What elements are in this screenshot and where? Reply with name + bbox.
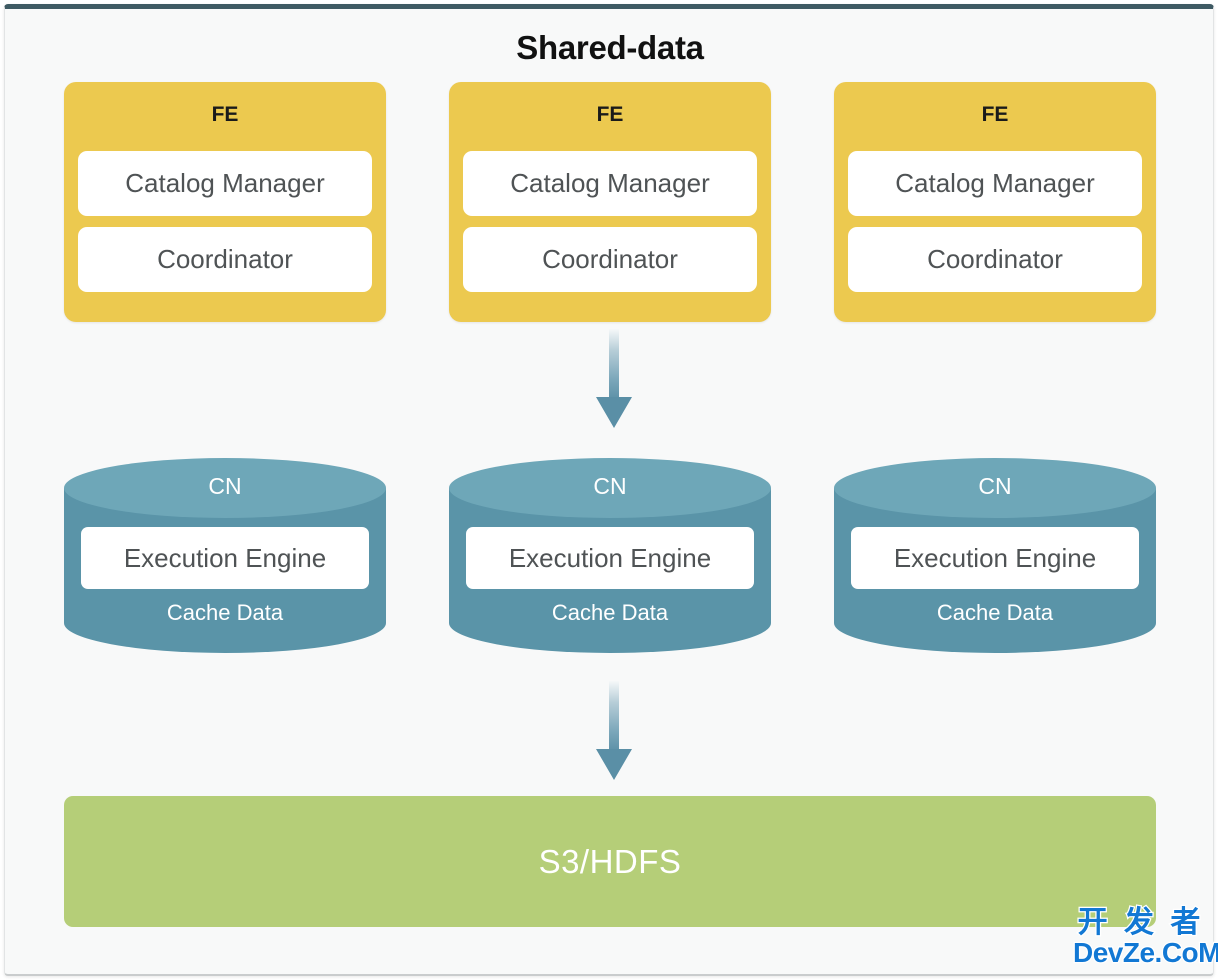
fe-node-label: FE [211,103,239,126]
fe-node-label: FE [981,103,1009,126]
arrow-fe-to-cn [591,329,637,429]
fe-node-1[interactable]: FE Catalog Manager Coordinator [64,82,386,322]
diagram-frame: Shared-data FE Catalog Manager Coordinat… [4,4,1218,976]
cn-node-label: CN [593,473,627,499]
arrow-cn-to-storage [591,681,637,781]
cn-execution-engine-box[interactable]: Execution Engine [851,527,1139,589]
fe-coordinator-box[interactable]: Coordinator [78,227,372,292]
cn-node-label: CN [978,473,1012,499]
fe-catalog-manager-box[interactable]: Catalog Manager [848,151,1142,216]
cn-node-label: CN [208,473,242,499]
fe-catalog-manager-box[interactable]: Catalog Manager [463,151,757,216]
cn-node-2[interactable]: CN Execution Engine Cache Data [449,458,771,653]
cn-cache-data-label: Cache Data [166,600,284,625]
cn-node-3[interactable]: CN Execution Engine Cache Data [834,458,1156,653]
cn-cache-data-label: Cache Data [551,600,669,625]
cn-node-1[interactable]: CN Execution Engine Cache Data [64,458,386,653]
fe-catalog-manager-box[interactable]: Catalog Manager [78,151,372,216]
fe-node-3[interactable]: FE Catalog Manager Coordinator [834,82,1156,322]
fe-coordinator-box[interactable]: Coordinator [848,227,1142,292]
fe-node-2[interactable]: FE Catalog Manager Coordinator [449,82,771,322]
cn-execution-engine-box[interactable]: Execution Engine [81,527,369,589]
fe-coordinator-box[interactable]: Coordinator [463,227,757,292]
fe-node-label: FE [596,103,624,126]
watermark-latin-text: DevZe.CoM [1072,937,1218,968]
storage-node-label: S3/HDFS [538,842,682,880]
cn-cache-data-label: Cache Data [936,600,1054,625]
cn-execution-engine-box[interactable]: Execution Engine [466,527,754,589]
storage-node[interactable]: S3/HDFS [64,796,1156,927]
page-title: Shared-data [516,29,704,66]
